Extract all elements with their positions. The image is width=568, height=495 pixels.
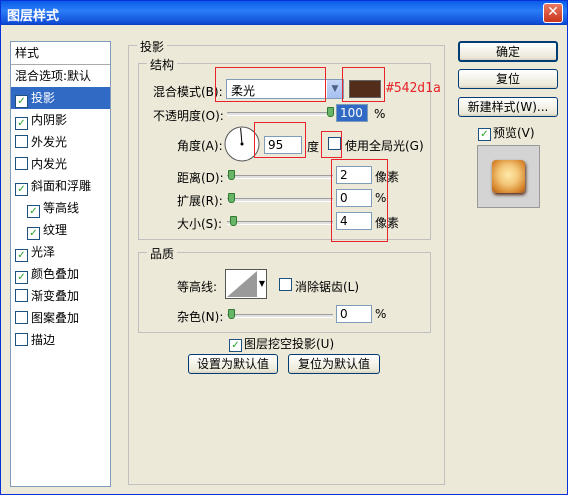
opacity-input[interactable]: 100 [336,104,368,122]
style-list-item-label: 纹理 [43,223,68,237]
anti-alias-checkbox-box[interactable] [279,278,292,291]
style-list-item-label: 内阴影 [31,113,68,127]
size-slider-thumb[interactable] [230,216,237,226]
style-checkbox[interactable] [15,157,28,170]
style-list-item-label: 渐变叠加 [31,289,80,303]
reset-button[interactable]: 复位 [458,69,558,89]
style-checkbox[interactable]: ✓ [15,249,28,262]
style-list-item[interactable]: ✓ 等高线 [11,197,110,219]
annotation-box-color [342,67,385,102]
annotation-box-global-light [321,131,342,158]
contour-preview-icon [227,271,257,297]
style-list-item[interactable]: 描边 [11,329,110,351]
style-list-item[interactable]: ✓ 颜色叠加 [11,263,110,285]
contour-label: 等高线: [177,280,218,294]
style-list-item-label: 描边 [31,333,56,347]
size-slider[interactable] [227,221,333,225]
style-list-item-label: 外发光 [31,135,68,149]
reset-default-button[interactable]: 复位为默认值 [288,354,380,374]
preview-checkbox[interactable]: ✓ [478,124,494,141]
style-list-item[interactable]: 图案叠加 [11,307,110,329]
style-list-item-label: 图案叠加 [31,311,80,325]
style-list-item[interactable]: 内发光 [11,153,110,175]
style-list-item-label: 光泽 [31,245,56,259]
ok-button[interactable]: 确定 [458,41,558,62]
knockout-checkbox[interactable]: ✓ [229,335,245,352]
distance-slider-thumb[interactable] [228,170,235,180]
chevron-down-icon[interactable]: ▼ [327,80,343,98]
style-preview [477,145,540,208]
style-list-item[interactable]: 混合选项:默认 [11,65,110,87]
anti-alias-checkbox[interactable] [279,278,295,292]
style-list-item[interactable]: ✓ 投影 [11,87,110,109]
style-list-item-label: 等高线 [43,201,80,215]
knockout-checkbox-box[interactable]: ✓ [229,339,242,352]
annotation-box-values [331,159,388,242]
style-list-item-label: 投影 [31,91,56,105]
opacity-label: 不透明度(O): [153,109,224,123]
style-checkbox[interactable]: ✓ [15,95,28,108]
preview-swatch [492,160,525,193]
spread-label: 扩展(R): [177,194,223,208]
style-checkbox[interactable]: ✓ [27,227,40,240]
noise-input[interactable]: 0 [336,305,372,323]
color-note: #542d1a [386,81,441,96]
annotation-box-angle [254,122,306,158]
style-list-item[interactable]: 渐变叠加 [11,285,110,307]
structure-title: 结构 [147,56,178,73]
style-list-item-label: 颜色叠加 [31,267,80,281]
preview-checkbox-box[interactable]: ✓ [478,128,491,141]
noise-slider-thumb[interactable] [228,309,235,319]
noise-slider[interactable] [227,314,333,318]
distance-slider[interactable] [227,175,333,179]
style-checkbox[interactable] [15,311,28,324]
opacity-percent: % [374,107,386,121]
distance-label: 距离(D): [177,171,224,185]
annotation-box-blend [215,67,326,102]
title-bar[interactable]: 图层样式 ✕ [1,1,567,25]
quality-title: 品质 [147,245,178,262]
style-list-item-label: 混合选项:默认 [15,69,92,83]
style-checkbox[interactable] [15,289,28,302]
style-checkbox[interactable]: ✓ [15,271,28,284]
style-list-item[interactable]: ✓ 光泽 [11,241,110,263]
spread-slider-thumb[interactable] [228,193,235,203]
angle-degree-unit: 度 [307,140,320,154]
anti-alias-label: 消除锯齿(L) [295,280,360,294]
style-list-item-label: 斜面和浮雕 [31,179,92,193]
preview-label: 预览(V) [493,126,535,140]
layer-style-dialog: 图层样式 ✕ 样式 混合选项:默认 ✓ 投影 ✓ 内阴影 外发光 内发光 ✓ 斜面和浮雕 ✓ 等高线… [0,0,568,495]
contour-picker[interactable]: ▼ [225,269,267,299]
style-list-item-label: 内发光 [31,157,68,171]
style-list-item[interactable]: ✓ 内阴影 [11,109,110,131]
close-icon[interactable]: ✕ [543,3,563,23]
knockout-label: 图层挖空投影(U) [244,337,335,351]
style-checkbox[interactable]: ✓ [27,205,40,218]
spread-slider[interactable] [227,198,333,202]
style-checkbox[interactable]: ✓ [15,183,28,196]
style-checkbox[interactable] [15,333,28,346]
style-list: 样式 混合选项:默认 ✓ 投影 ✓ 内阴影 外发光 内发光 ✓ 斜面和浮雕 ✓ 等高线 ✓ 纹理 ✓ 光泽 ✓… [10,41,111,487]
style-list-item[interactable]: ✓ 斜面和浮雕 [11,175,110,197]
noise-label: 杂色(N): [177,310,224,324]
drop-shadow-title: 投影 [137,38,168,55]
style-list-header: 样式 [11,42,110,65]
blend-mode-label: 混合模式(B): [153,85,223,99]
opacity-slider[interactable] [227,112,333,116]
style-checkbox[interactable]: ✓ [15,117,28,130]
style-checkbox[interactable] [15,135,28,148]
window-title: 图层样式 [7,9,60,24]
style-list-item[interactable]: 外发光 [11,131,110,153]
style-list-item[interactable]: ✓ 纹理 [11,219,110,241]
angle-label: 角度(A): [177,139,223,153]
opacity-slider-thumb[interactable] [327,107,334,117]
make-default-button[interactable]: 设置为默认值 [188,354,278,374]
global-light-label: 使用全局光(G) [345,139,424,153]
contour-chevron-icon[interactable]: ▼ [259,279,265,288]
noise-percent: % [375,307,387,321]
size-label: 大小(S): [177,217,223,231]
new-style-button[interactable]: 新建样式(W)... [458,97,558,117]
